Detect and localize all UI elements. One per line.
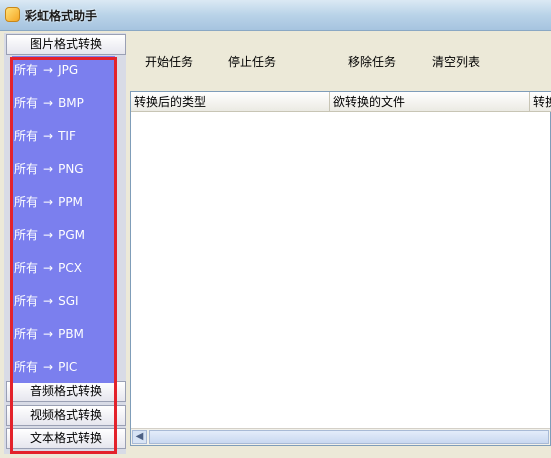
toolbar: 开始任务 停止任务 移除任务 清空列表 — [130, 33, 551, 88]
horizontal-scrollbar[interactable]: ◀ — [131, 428, 550, 445]
app-icon — [5, 7, 20, 22]
arrow-right-icon: → — [43, 162, 54, 176]
arrow-right-icon: → — [43, 63, 54, 77]
category-audio[interactable]: 音频格式转换 — [6, 381, 126, 402]
window-title: 彩虹格式助手 — [25, 9, 98, 23]
arrow-right-icon: → — [43, 195, 54, 209]
task-list[interactable]: 转换后的类型 欲转换的文件 转换 ◀ — [130, 91, 551, 446]
column-header-convert[interactable]: 转换 — [530, 92, 551, 112]
convert-item[interactable]: 所有 → PNG — [14, 159, 112, 179]
arrow-right-icon: → — [43, 294, 54, 308]
title-bar: 彩虹格式助手 — [0, 0, 551, 31]
clear-list-button[interactable]: 清空列表 — [432, 53, 480, 70]
category-text[interactable]: 文本格式转换 — [6, 428, 126, 449]
category-image[interactable]: 图片格式转换 — [6, 34, 126, 55]
column-header-source-file[interactable]: 欲转换的文件 — [330, 92, 530, 112]
convert-item[interactable]: 所有 → PCX — [14, 258, 112, 278]
arrow-right-icon: → — [43, 96, 54, 110]
convert-item[interactable]: 所有 → PGM — [14, 225, 112, 245]
arrow-right-icon: → — [43, 261, 54, 275]
arrow-right-icon: → — [43, 360, 54, 374]
convert-item[interactable]: 所有 → PPM — [14, 192, 112, 212]
scroll-left-icon[interactable]: ◀ — [132, 430, 147, 444]
convert-item[interactable]: 所有 → SGI — [14, 291, 112, 311]
remove-task-button[interactable]: 移除任务 — [348, 53, 396, 70]
arrow-right-icon: → — [43, 228, 54, 242]
convert-item[interactable]: 所有 → PIC — [14, 357, 112, 377]
category-video[interactable]: 视频格式转换 — [6, 405, 126, 426]
arrow-right-icon: → — [43, 129, 54, 143]
column-header-target-type[interactable]: 转换后的类型 — [131, 92, 330, 112]
convert-item[interactable]: 所有 → JPG — [14, 60, 112, 80]
convert-item[interactable]: 所有 → TIF — [14, 126, 112, 146]
arrow-right-icon: → — [43, 327, 54, 341]
start-task-button[interactable]: 开始任务 — [145, 53, 193, 70]
convert-item[interactable]: 所有 → PBM — [14, 324, 112, 344]
stop-task-button[interactable]: 停止任务 — [228, 53, 276, 70]
convert-item[interactable]: 所有 → BMP — [14, 93, 112, 113]
scroll-thumb[interactable] — [149, 430, 549, 444]
